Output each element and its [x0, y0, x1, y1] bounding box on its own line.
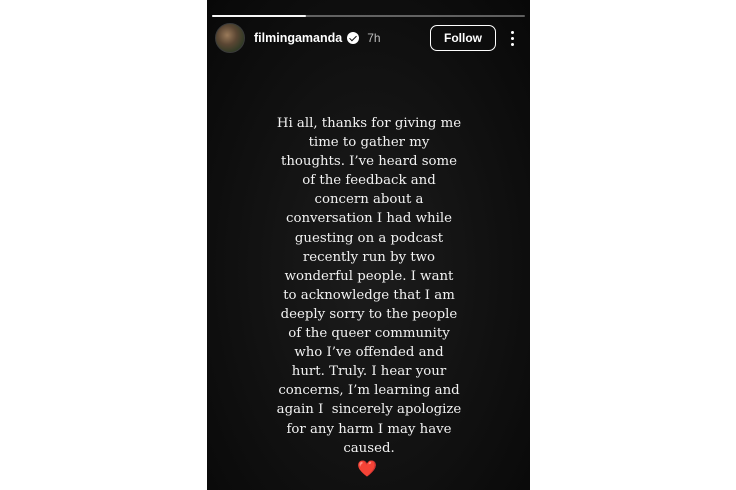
heart-emoji: ❤️	[357, 461, 377, 478]
avatar[interactable]	[215, 23, 245, 53]
story-text: Hi all, thanks for giving me time to gat…	[276, 116, 462, 456]
story-progress-bar	[212, 15, 525, 17]
username[interactable]: filmingamanda	[254, 31, 342, 45]
story-header: filmingamanda 7h Follow	[215, 22, 522, 54]
story-progress-fill	[212, 15, 306, 17]
post-time: 7h	[367, 31, 381, 45]
follow-button[interactable]: Follow	[430, 25, 496, 51]
verified-badge-icon	[347, 32, 360, 44]
more-vertical-icon[interactable]	[502, 25, 522, 51]
story-viewer[interactable]: filmingamanda 7h Follow Hi all, thanks f…	[207, 0, 530, 490]
